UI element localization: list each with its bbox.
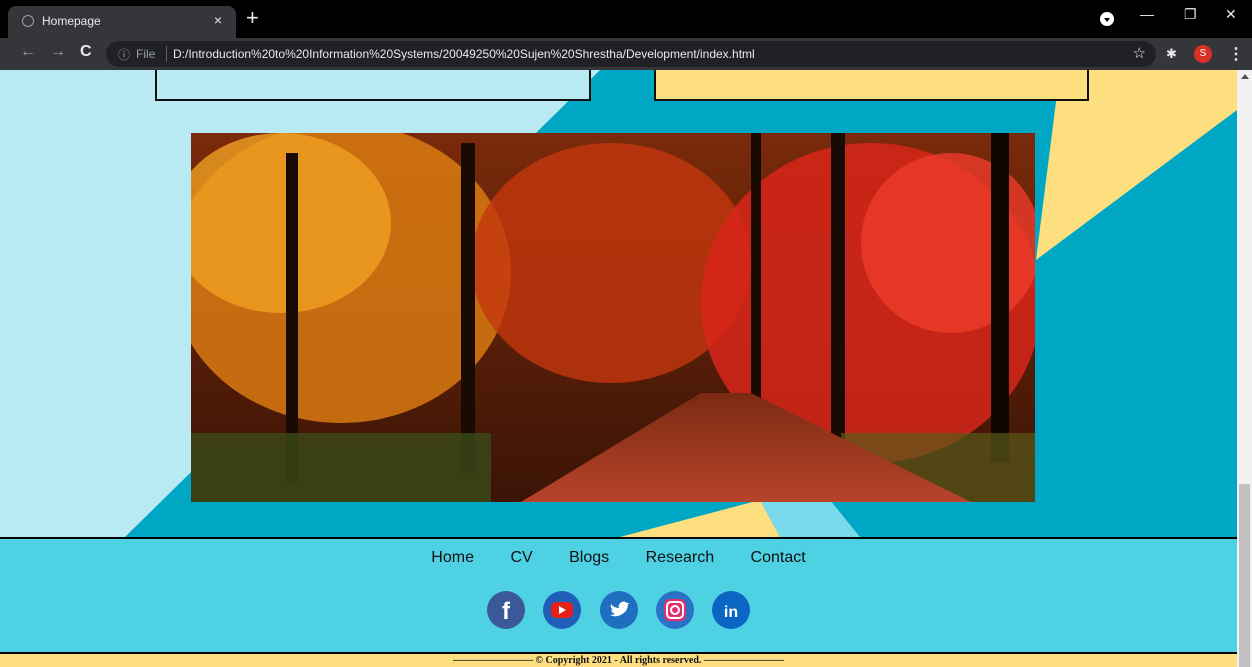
tab-title: Homepage bbox=[42, 14, 101, 28]
svg-text:f: f bbox=[502, 598, 511, 625]
close-icon[interactable]: × bbox=[214, 12, 222, 28]
divider bbox=[166, 46, 167, 62]
plus-icon[interactable]: + bbox=[246, 6, 259, 30]
linkedin-icon[interactable]: in bbox=[712, 591, 751, 629]
content-box-left bbox=[155, 70, 591, 101]
social-links: f in bbox=[0, 591, 1237, 629]
page-viewport: Home CV Blogs Research Contact f in ————… bbox=[0, 70, 1237, 667]
scrollbar-thumb[interactable] bbox=[1239, 484, 1250, 667]
star-icon[interactable]: ☆ bbox=[1133, 44, 1146, 62]
back-icon[interactable]: ← bbox=[20, 43, 36, 61]
media-control-icon[interactable] bbox=[1100, 12, 1114, 26]
site-footer: Home CV Blogs Research Contact f in bbox=[0, 537, 1237, 654]
file-label: File bbox=[136, 47, 156, 61]
avatar[interactable]: S bbox=[1194, 45, 1212, 63]
footer-nav: Home CV Blogs Research Contact bbox=[0, 549, 1237, 567]
restore-icon[interactable]: ❐ bbox=[1184, 6, 1197, 23]
instagram-icon[interactable] bbox=[655, 591, 694, 629]
toolbar: ← → C ⓘ File D:/Introduction%20to%20Info… bbox=[0, 38, 1252, 70]
nav-link-blogs[interactable]: Blogs bbox=[569, 549, 609, 567]
puzzle-icon[interactable]: ✱ bbox=[1166, 46, 1180, 61]
youtube-icon[interactable] bbox=[543, 591, 582, 629]
copyright-text: ———————— © Copyright 2021 - All rights r… bbox=[0, 652, 1237, 667]
scroll-up-icon[interactable] bbox=[1241, 74, 1249, 79]
vertical-scrollbar[interactable] bbox=[1237, 70, 1252, 667]
url-text[interactable]: D:/Introduction%20to%20Information%20Sys… bbox=[173, 47, 755, 61]
autumn-forest-image bbox=[191, 133, 1035, 502]
kebab-icon[interactable]: ⋮ bbox=[1228, 44, 1244, 64]
reload-icon[interactable]: C bbox=[80, 43, 92, 61]
twitter-icon[interactable] bbox=[599, 591, 638, 629]
nav-link-research[interactable]: Research bbox=[646, 549, 714, 567]
nav-link-contact[interactable]: Contact bbox=[751, 549, 806, 567]
close-window-icon[interactable]: ✕ bbox=[1225, 6, 1237, 23]
forward-icon[interactable]: → bbox=[50, 43, 66, 61]
globe-icon bbox=[22, 15, 34, 27]
facebook-icon[interactable]: f bbox=[486, 591, 525, 629]
nav-link-cv[interactable]: CV bbox=[510, 549, 532, 567]
tab-homepage[interactable]: Homepage × bbox=[8, 6, 236, 38]
minimize-icon[interactable]: — bbox=[1140, 6, 1154, 22]
info-icon[interactable]: ⓘ bbox=[118, 46, 130, 63]
content-box-right bbox=[654, 70, 1089, 101]
svg-text:in: in bbox=[724, 604, 738, 621]
address-bar[interactable]: ⓘ File D:/Introduction%20to%20Informatio… bbox=[106, 41, 1156, 67]
tab-strip: Homepage × + — ❐ ✕ bbox=[0, 0, 1252, 38]
nav-link-home[interactable]: Home bbox=[431, 549, 474, 567]
